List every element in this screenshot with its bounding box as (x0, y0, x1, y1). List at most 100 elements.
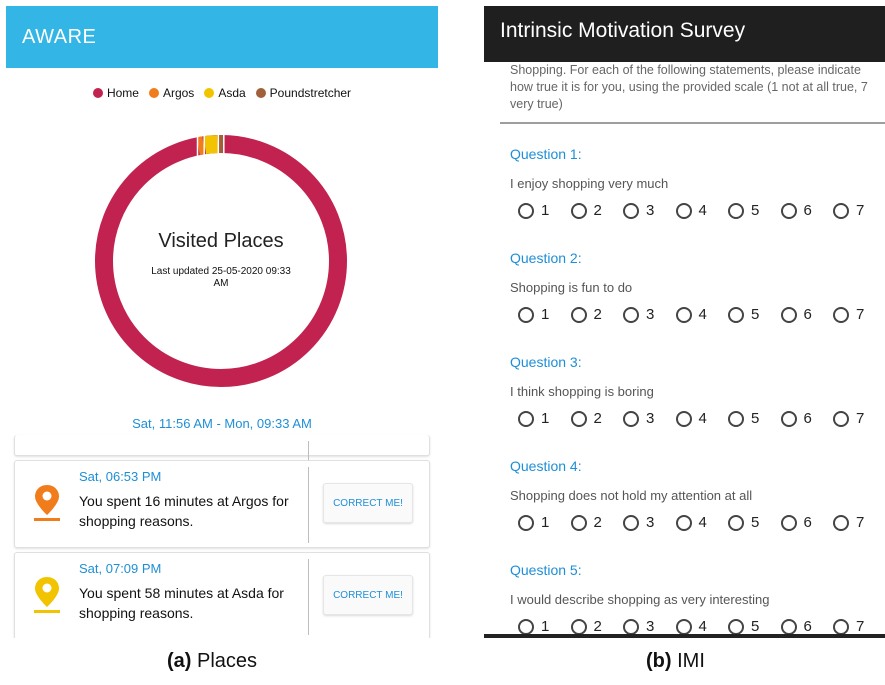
rating-option[interactable]: 5 (728, 410, 781, 427)
rating-option[interactable]: 2 (570, 618, 624, 635)
radio-button[interactable] (780, 306, 797, 323)
radio-button[interactable] (518, 514, 534, 531)
rating-option[interactable]: 1 (518, 514, 571, 531)
radio-button[interactable] (518, 618, 534, 635)
radio-button[interactable] (833, 410, 849, 427)
rating-option[interactable]: 6 (780, 618, 834, 635)
rating-option[interactable]: 5 (728, 306, 781, 323)
correct-me-button[interactable]: CORRECT ME! (323, 483, 413, 523)
chart-legend: Home Argos Asda Poundstretcher (6, 86, 438, 100)
radio-button[interactable] (728, 306, 744, 323)
rating-option[interactable]: 6 (780, 306, 834, 323)
rating-option[interactable]: 7 (833, 410, 885, 427)
radio-button[interactable] (570, 410, 587, 427)
radio-button[interactable] (518, 410, 534, 427)
radio-label: 3 (646, 306, 655, 323)
rating-option[interactable]: 4 (675, 618, 729, 635)
rating-option[interactable]: 4 (675, 514, 729, 531)
radio-button[interactable] (675, 618, 692, 635)
rating-option[interactable]: 7 (833, 306, 885, 323)
radio-label: 5 (751, 202, 760, 219)
rating-option[interactable]: 2 (570, 306, 624, 323)
rating-option[interactable]: 1 (518, 202, 571, 219)
radio-button[interactable] (518, 306, 534, 323)
rating-option[interactable]: 1 (518, 618, 571, 635)
rating-option[interactable]: 5 (728, 618, 781, 635)
radio-button[interactable] (833, 514, 849, 531)
radio-button[interactable] (623, 202, 639, 219)
radio-button[interactable] (570, 306, 587, 323)
radio-button[interactable] (675, 514, 692, 531)
radio-button[interactable] (728, 202, 744, 219)
rating-option[interactable]: 3 (623, 202, 676, 219)
radio-button[interactable] (728, 514, 744, 531)
radio-label: 3 (646, 202, 655, 219)
radio-button[interactable] (570, 202, 587, 219)
radio-button[interactable] (833, 618, 849, 635)
radio-button[interactable] (728, 618, 744, 635)
rating-option[interactable]: 2 (570, 410, 624, 427)
radio-button[interactable] (833, 306, 849, 323)
radio-label: 7 (856, 410, 865, 427)
radio-button[interactable] (780, 410, 797, 427)
rating-scale: 1 2 3 4 5 6 7 (518, 410, 885, 427)
radio-button[interactable] (675, 410, 692, 427)
radio-button[interactable] (675, 306, 692, 323)
radio-button[interactable] (570, 514, 587, 531)
radio-button[interactable] (518, 202, 534, 219)
place-card[interactable]: Sat, 06:53 PM You spent 16 minutes at Ar… (14, 460, 430, 548)
question-text: I would describe shopping as very intere… (510, 592, 770, 607)
rating-option[interactable]: 3 (623, 618, 676, 635)
radio-label: 5 (751, 306, 760, 323)
rating-option[interactable]: 2 (570, 202, 624, 219)
correct-me-button[interactable]: CORRECT ME! (323, 575, 413, 615)
divider (500, 122, 885, 124)
radio-button[interactable] (780, 202, 797, 219)
radio-button[interactable] (780, 514, 797, 531)
rating-option[interactable]: 4 (675, 306, 729, 323)
place-card[interactable]: Sat, 07:09 PM You spent 58 minutes at As… (14, 552, 430, 638)
radio-button[interactable] (570, 618, 587, 635)
rating-option[interactable]: 6 (780, 514, 834, 531)
radio-button[interactable] (833, 202, 849, 219)
radio-button[interactable] (623, 514, 639, 531)
radio-button[interactable] (728, 410, 744, 427)
question-text: Shopping does not hold my attention at a… (510, 488, 753, 503)
rating-option[interactable]: 7 (833, 202, 885, 219)
rating-option[interactable]: 5 (728, 514, 781, 531)
rating-option[interactable]: 3 (623, 514, 676, 531)
rating-scale: 1 2 3 4 5 6 7 (518, 618, 885, 635)
radio-label: 3 (646, 514, 655, 531)
radio-button[interactable] (623, 410, 639, 427)
rating-option[interactable]: 7 (833, 618, 885, 635)
radio-label: 4 (698, 514, 707, 531)
rating-option[interactable]: 6 (780, 202, 834, 219)
rating-option[interactable]: 4 (675, 410, 729, 427)
caption-b-tag: (b) (646, 650, 672, 672)
rating-option[interactable]: 3 (623, 306, 676, 323)
rating-option[interactable]: 1 (518, 410, 571, 427)
radio-label: 1 (541, 306, 550, 323)
rating-option[interactable]: 5 (728, 202, 781, 219)
visited-places-donut[interactable]: Visited Places Last updated 25-05-2020 0… (86, 126, 356, 396)
divider (484, 634, 885, 638)
rating-option[interactable]: 6 (780, 410, 834, 427)
question-title: Question 1: (510, 146, 582, 162)
radio-label: 2 (593, 306, 602, 323)
rating-option[interactable]: 1 (518, 306, 571, 323)
time-range[interactable]: Sat, 11:56 AM - Mon, 09:33 AM (6, 416, 438, 431)
legend-label: Home (106, 86, 139, 100)
radio-label: 6 (803, 410, 812, 427)
rating-option[interactable]: 4 (675, 202, 729, 219)
radio-button[interactable] (623, 306, 639, 323)
radio-label: 1 (541, 514, 550, 531)
radio-button[interactable] (780, 618, 797, 635)
rating-option[interactable]: 7 (833, 514, 885, 531)
radio-button[interactable] (675, 202, 692, 219)
rating-option[interactable]: 2 (570, 514, 624, 531)
rating-option[interactable]: 3 (623, 410, 676, 427)
question-title: Question 5: (510, 562, 582, 578)
radio-label: 1 (541, 202, 550, 219)
radio-button[interactable] (623, 618, 639, 635)
caption-a-tag: (a) (167, 650, 192, 672)
